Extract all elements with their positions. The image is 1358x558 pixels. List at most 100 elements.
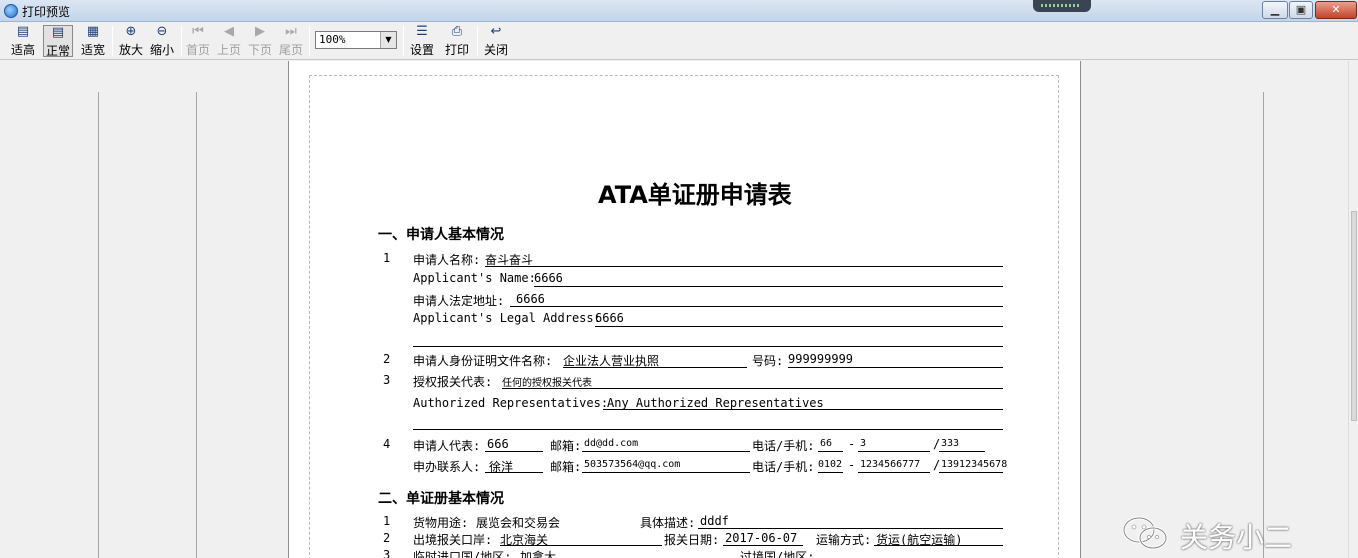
zoom-value: 100% xyxy=(319,33,346,46)
row-number: 4 xyxy=(383,437,391,451)
separator-text: - xyxy=(848,458,856,472)
underline xyxy=(595,326,1003,327)
field-label: 过境国/地区: xyxy=(740,550,815,558)
underline xyxy=(939,451,985,452)
printer-icon: ⎙ xyxy=(451,24,463,39)
underline xyxy=(603,409,1003,410)
underline xyxy=(582,451,750,452)
zoom-select[interactable]: 100% ▼ xyxy=(315,31,397,49)
field-value: 66 xyxy=(820,438,833,449)
last-page-button[interactable]: ⏭ 尾页 xyxy=(277,24,305,58)
field-label: 电话/手机: xyxy=(752,460,815,474)
row-number: 3 xyxy=(383,373,391,387)
field-label: 邮箱: xyxy=(550,460,582,474)
field-value: 6666 xyxy=(534,271,563,285)
underline xyxy=(500,545,662,546)
field-value: dd@dd.com xyxy=(584,438,639,449)
toolbar-separator xyxy=(181,26,182,56)
underline xyxy=(858,451,930,452)
field-label: 临时进口国/地区: xyxy=(413,550,512,558)
toolbar-separator xyxy=(309,26,310,56)
row-number: 3 xyxy=(383,548,391,558)
zoom-in-button[interactable]: ⊕ 放大 xyxy=(116,24,146,58)
field-label: Applicant's Name: xyxy=(413,271,536,285)
toolbar-separator xyxy=(477,26,478,56)
field-label: 授权报关代表: xyxy=(413,375,493,389)
field-label: Authorized Representatives: xyxy=(413,396,609,410)
field-label: 申办联系人: xyxy=(413,460,481,474)
underline xyxy=(858,472,930,473)
vertical-scrollbar[interactable] xyxy=(1348,61,1358,558)
zoom-out-icon: ⊖ xyxy=(156,24,168,39)
chevron-down-icon[interactable]: ▼ xyxy=(380,32,396,48)
last-page-icon: ⏭ xyxy=(285,24,297,39)
close-button[interactable]: ↩ 关闭 xyxy=(481,24,511,58)
close-icon: ↩ xyxy=(490,24,502,39)
maximize-button[interactable]: ▣ xyxy=(1289,1,1313,19)
field-label: 出境报关口岸: xyxy=(413,533,493,547)
underline xyxy=(698,528,1003,529)
print-button[interactable]: ⎙ 打印 xyxy=(442,24,472,58)
field-label: 报关日期: xyxy=(664,533,720,547)
section-heading-carnet: 二、单证册基本情况 xyxy=(378,491,504,507)
field-label: 申请人代表: xyxy=(413,439,481,453)
scrollbar-thumb[interactable] xyxy=(1351,211,1357,421)
field-value: 3 xyxy=(860,438,867,449)
fit-width-button[interactable]: ▦ 适宽 xyxy=(78,25,108,58)
field-label: 具体描述: xyxy=(640,516,696,530)
wechat-icon xyxy=(1122,516,1168,550)
close-window-button[interactable]: ✕ xyxy=(1315,1,1357,19)
next-page-button[interactable]: ▶ 下页 xyxy=(246,24,274,58)
fit-height-icon: ▤ xyxy=(16,24,30,39)
row-number: 1 xyxy=(383,514,391,528)
first-page-icon: ⏮ xyxy=(192,24,204,39)
zoom-out-button[interactable]: ⊖ 缩小 xyxy=(147,24,177,58)
minimize-button[interactable]: ▁ xyxy=(1262,1,1288,19)
separator-text: - xyxy=(848,437,856,451)
first-page-button[interactable]: ⏮ 首页 xyxy=(184,24,212,58)
field-label: 申请人名称: xyxy=(413,253,481,267)
document-title: ATA单证册申请表 xyxy=(598,181,792,209)
document-page xyxy=(288,61,1081,558)
underline xyxy=(818,472,843,473)
row-number: 2 xyxy=(383,531,391,545)
field-label: 号码: xyxy=(752,354,784,368)
field-value: 666 xyxy=(487,437,509,451)
next-page-icon: ▶ xyxy=(255,24,265,39)
field-value: 999999999 xyxy=(788,352,854,366)
field-value: 0102 xyxy=(818,459,843,470)
separator-text: / xyxy=(933,458,941,472)
underline xyxy=(723,545,803,546)
underline xyxy=(534,286,1003,287)
underline xyxy=(485,472,543,473)
field-value: 13912345678 xyxy=(941,459,1008,470)
field-label: 运输方式: xyxy=(816,533,872,547)
field-value: 6666 xyxy=(516,292,545,306)
underline xyxy=(939,472,1003,473)
zoom-in-icon: ⊕ xyxy=(125,24,137,39)
underline xyxy=(413,429,1003,430)
field-value: 展览会和交易会 xyxy=(476,516,561,530)
settings-button[interactable]: ☰ 设置 xyxy=(407,25,437,58)
preview-area[interactable] xyxy=(0,61,1358,558)
underline xyxy=(582,472,750,473)
page-guide-line xyxy=(98,92,99,558)
underline xyxy=(485,266,1003,267)
field-value: 6666 xyxy=(595,311,624,325)
normal-size-button[interactable]: ▤ 正常 xyxy=(43,25,73,58)
prev-page-button[interactable]: ◀ 上页 xyxy=(215,25,243,58)
underline xyxy=(502,388,1003,389)
field-value: 1234566777 xyxy=(860,459,921,470)
field-value: 任何的授权报关代表 xyxy=(502,378,592,389)
meter-widget xyxy=(1033,0,1091,12)
watermark-text: 关务小二 xyxy=(1180,521,1293,554)
app-icon xyxy=(4,4,18,18)
field-label: Applicant's Legal Address: xyxy=(413,311,601,325)
underline xyxy=(788,367,1003,368)
field-value: dddf xyxy=(700,514,729,528)
underline xyxy=(563,367,747,368)
field-label: 申请人法定地址: xyxy=(413,294,505,308)
field-value: 加拿大 xyxy=(520,550,557,558)
field-value: 333 xyxy=(941,438,960,449)
fit-height-button[interactable]: ▤ 适高 xyxy=(8,24,38,58)
